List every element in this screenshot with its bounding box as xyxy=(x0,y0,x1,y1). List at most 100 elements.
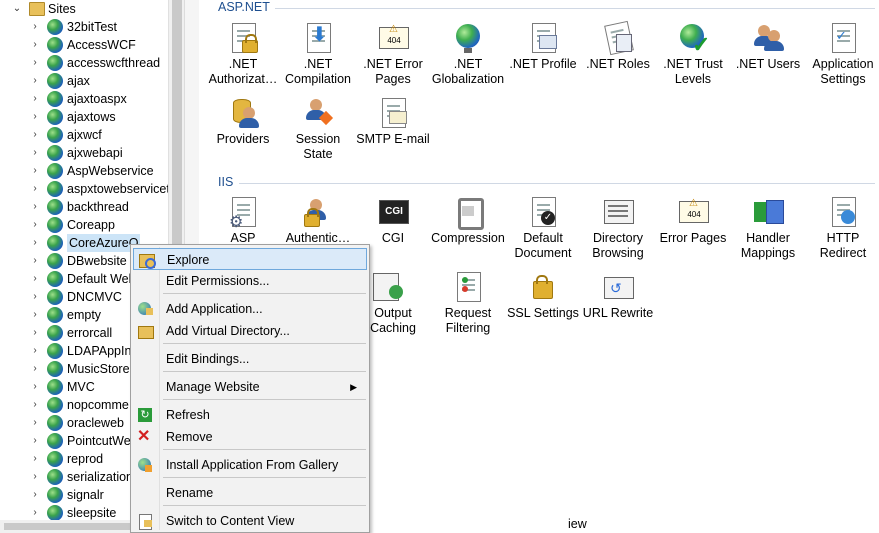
error-pages-icon: 404 xyxy=(677,196,709,228)
website-globe-icon xyxy=(47,505,63,520)
chevron-right-icon[interactable]: › xyxy=(28,396,42,414)
feature-compression[interactable]: Compression xyxy=(431,196,505,246)
menu-item-add-application[interactable]: Add Application... xyxy=(133,298,367,320)
website-globe-icon xyxy=(47,55,63,71)
menu-item-edit-bindings[interactable]: Edit Bindings... xyxy=(133,348,367,370)
tree-node-label: Coreapp xyxy=(67,218,115,232)
feature-label: Providers xyxy=(216,132,270,146)
chevron-right-icon[interactable]: › xyxy=(28,270,42,288)
feature-session-state[interactable]: Session State xyxy=(281,97,355,162)
feature-handler-mappings[interactable]: Handler Mappings xyxy=(731,196,805,261)
chevron-right-icon[interactable]: › xyxy=(28,342,42,360)
chevron-right-icon[interactable]: › xyxy=(28,18,42,36)
feature-label: Application Settings xyxy=(812,57,874,86)
add-virtual-directory-icon xyxy=(137,323,154,339)
ssl-settings-icon xyxy=(527,271,559,303)
feature-http-redirect[interactable]: HTTP Redirect xyxy=(806,196,879,261)
menu-item-switch-to-content-view[interactable]: Switch to Content View xyxy=(133,510,367,532)
menu-item-add-virtual-directory[interactable]: Add Virtual Directory... xyxy=(133,320,367,342)
feature-net-users[interactable]: .NET Users xyxy=(731,22,805,72)
tree-node-label: nopcomme xyxy=(67,398,129,412)
website-globe-icon xyxy=(47,397,63,413)
feature-application-settings[interactable]: ✓ Application Settings xyxy=(806,22,879,87)
chevron-right-icon[interactable]: › xyxy=(28,234,42,252)
menu-item-edit-permissions[interactable]: Edit Permissions... xyxy=(133,270,367,292)
feature-net-roles[interactable]: .NET Roles xyxy=(581,20,655,72)
chevron-right-icon[interactable]: › xyxy=(28,108,42,126)
feature-default-document[interactable]: ✓ Default Document xyxy=(506,196,580,261)
feature-providers[interactable]: Providers xyxy=(206,97,280,147)
chevron-right-icon[interactable]: › xyxy=(28,306,42,324)
gallery-icon xyxy=(137,457,153,473)
default-document-icon: ✓ xyxy=(527,196,559,228)
chevron-right-icon[interactable]: › xyxy=(28,198,42,216)
chevron-right-icon[interactable]: › xyxy=(28,468,42,486)
feature-net-globalization[interactable]: .NET Globalization xyxy=(431,22,505,87)
compression-icon xyxy=(452,196,484,230)
chevron-right-icon[interactable]: › xyxy=(28,162,42,180)
chevron-right-icon[interactable]: › xyxy=(28,252,42,270)
chevron-right-icon[interactable]: › xyxy=(28,72,42,90)
menu-item-rename[interactable]: Rename xyxy=(133,482,367,504)
menu-item-explore[interactable]: Explore xyxy=(133,248,367,270)
menu-item-label: Install Application From Gallery xyxy=(166,458,339,472)
feature-cgi[interactable]: CGI CGI xyxy=(356,196,430,246)
menu-item-manage-website[interactable]: Manage Website ▶ xyxy=(133,376,367,398)
chevron-right-icon[interactable]: › xyxy=(28,126,42,144)
chevron-right-icon[interactable]: › xyxy=(28,378,42,396)
chevron-right-icon[interactable]: › xyxy=(28,414,42,432)
chevron-right-icon[interactable]: › xyxy=(28,90,42,108)
chevron-down-icon[interactable]: ⌄ xyxy=(10,0,24,18)
directory-browsing-icon xyxy=(602,196,634,228)
chevron-right-icon[interactable]: › xyxy=(28,432,42,450)
add-application-icon xyxy=(137,301,153,317)
menu-item-remove[interactable]: ✕ Remove xyxy=(133,426,367,448)
tree-node-label: Default Web xyxy=(67,272,136,286)
tree-node-label: empty xyxy=(67,308,102,322)
chevron-right-icon[interactable]: › xyxy=(28,144,42,162)
chevron-right-icon[interactable]: › xyxy=(28,180,42,198)
feature-smtp-email[interactable]: SMTP E-mail xyxy=(356,97,430,147)
chevron-right-icon[interactable]: › xyxy=(28,360,42,378)
menu-item-label: Switch to Content View xyxy=(166,514,295,528)
website-globe-icon xyxy=(47,379,63,395)
feature-net-error-pages[interactable]: 404 .NET Error Pages xyxy=(356,22,430,87)
output-caching-icon xyxy=(373,271,409,303)
feature-url-rewrite[interactable]: ↺ URL Rewrite xyxy=(581,271,655,321)
feature-net-authorization[interactable]: .NET Authorizat… xyxy=(206,22,280,87)
chevron-right-icon[interactable]: › xyxy=(28,288,42,306)
chevron-right-icon[interactable]: › xyxy=(28,54,42,72)
menu-item-install-from-gallery[interactable]: Install Application From Gallery xyxy=(133,454,367,476)
feature-net-profile[interactable]: .NET Profile xyxy=(506,22,580,72)
net-globalization-icon xyxy=(452,22,484,54)
chevron-right-icon[interactable]: › xyxy=(28,486,42,504)
feature-net-trust-levels[interactable]: ✓ .NET Trust Levels xyxy=(656,22,730,87)
chevron-right-icon[interactable]: › xyxy=(28,504,42,520)
feature-ssl-settings[interactable]: SSL Settings xyxy=(506,271,580,321)
content-view-tab-fragment[interactable]: iew xyxy=(568,517,587,531)
tree-node-label: accesswcfthread xyxy=(67,56,161,70)
cgi-text: CGI xyxy=(379,200,409,224)
chevron-right-icon[interactable]: › xyxy=(28,36,42,54)
feature-authentication[interactable]: Authentic… xyxy=(281,196,355,246)
menu-item-label: Add Application... xyxy=(166,302,263,316)
chevron-right-icon[interactable]: › xyxy=(28,216,42,234)
feature-error-pages[interactable]: 404 Error Pages xyxy=(656,196,730,246)
scrollbar-thumb[interactable] xyxy=(4,523,132,530)
chevron-right-icon[interactable]: › xyxy=(28,450,42,468)
website-globe-icon xyxy=(47,235,63,251)
feature-request-filtering[interactable]: Request Filtering xyxy=(431,271,505,336)
providers-icon xyxy=(227,97,259,129)
feature-directory-browsing[interactable]: Directory Browsing xyxy=(581,196,655,261)
tree-node-label: DBwebsite xyxy=(67,254,127,268)
remove-icon: ✕ xyxy=(137,428,151,445)
content-view-icon xyxy=(137,513,153,530)
tree-node-label: aspxtowebservicet xyxy=(67,182,168,196)
feature-label: .NET Roles xyxy=(586,57,650,71)
menu-item-refresh[interactable]: ↻ Refresh xyxy=(133,404,367,426)
website-globe-icon xyxy=(47,433,63,449)
feature-net-compilation[interactable]: ⬇ .NET Compilation xyxy=(281,22,355,87)
chevron-right-icon[interactable]: › xyxy=(28,324,42,342)
feature-asp[interactable]: ⚙ ASP xyxy=(206,196,280,246)
feature-label: HTTP Redirect xyxy=(819,231,867,260)
